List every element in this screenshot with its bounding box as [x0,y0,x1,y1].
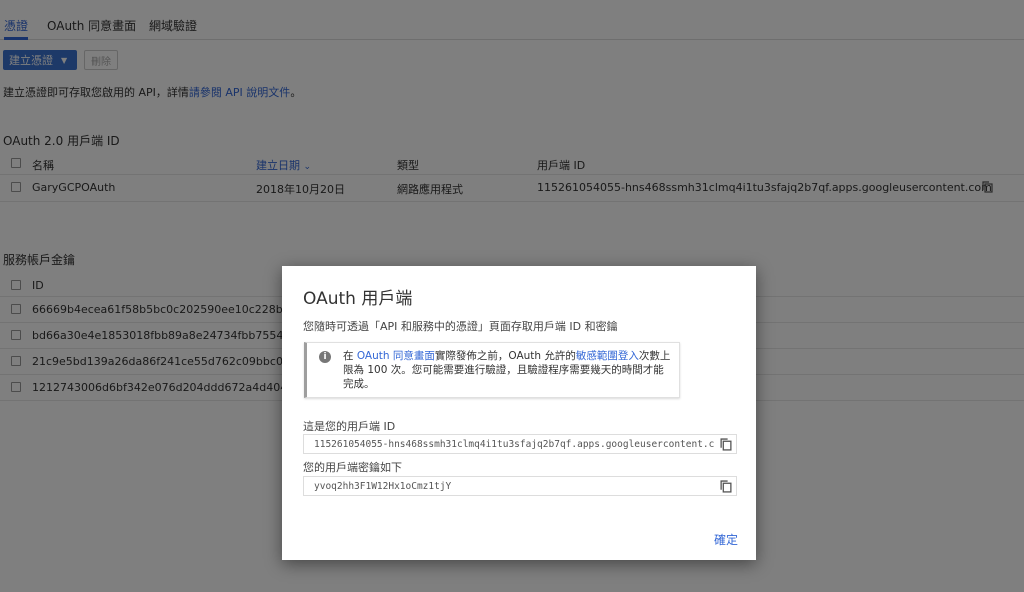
copy-icon[interactable] [720,438,732,451]
ok-button[interactable]: 確定 [714,531,738,548]
client-secret-field[interactable]: yvoq2hh3F1W12Hx1oCmz1tjY [303,476,737,496]
notice-text-1: 在 [343,350,357,362]
sensitive-scope-link[interactable]: 敏感範圍登入 [576,350,639,362]
oauth-client-dialog: OAuth 用戶端 您隨時可透過「API 和服務中的憑證」頁面存取用戶端 ID … [282,266,756,560]
info-icon: i [319,351,331,363]
client-id-field[interactable]: 115261054055-hns468ssmh31clmq4i1tu3sfajq… [303,434,737,454]
client-id-label: 這是您的用戶端 ID [303,420,396,433]
copy-icon[interactable] [720,480,732,493]
notice-text-2: 實際發佈之前，OAuth 允許的 [434,350,576,362]
oauth-consent-link[interactable]: OAuth 同意畫面 [357,350,435,362]
client-secret-text: yvoq2hh3F1W12Hx1oCmz1tjY [314,481,452,492]
client-secret-label: 您的用戶端密鑰如下 [303,461,402,474]
client-id-text: 115261054055-hns468ssmh31clmq4i1tu3sfajq… [314,439,715,450]
verification-notice: i 在 OAuth 同意畫面實際發佈之前，OAuth 允許的敏感範圍登入次數上限… [304,342,680,398]
dialog-subtitle: 您隨時可透過「API 和服務中的憑證」頁面存取用戶端 ID 和密鑰 [303,320,618,333]
dialog-title: OAuth 用戶端 [303,289,413,309]
